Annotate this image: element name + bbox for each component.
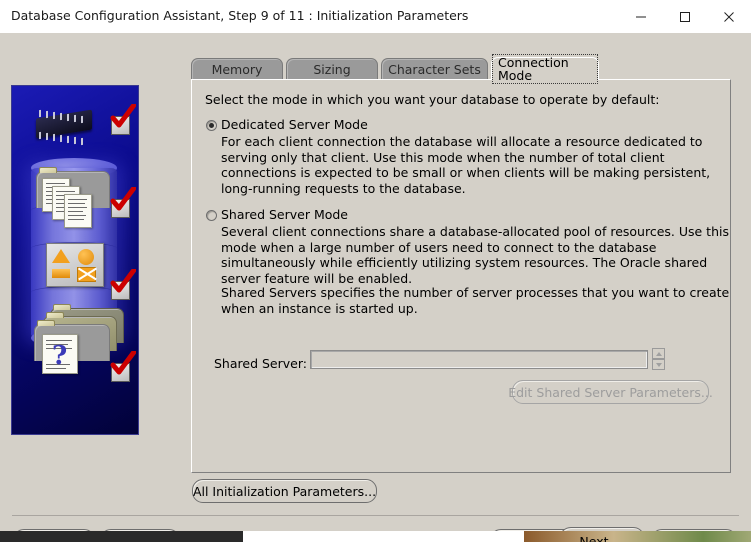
tab-memory[interactable]: Memory [191,58,283,80]
next-button-mnemonic: N [579,534,589,542]
dbca-window: Database Configuration Assistant, Step 9… [0,0,751,542]
tab-character-sets[interactable]: Character Sets [381,58,488,80]
title-bar: Database Configuration Assistant, Step 9… [0,0,751,34]
window-title: Database Configuration Assistant, Step 9… [11,8,469,23]
red-check-icon [110,269,136,293]
shapes-palette-icon [46,243,104,287]
radio-shared-server-mode-label[interactable]: Shared Server Mode [221,207,348,222]
tab-character-sets-label: Character Sets [388,62,481,77]
radio-dedicated-server-mode-label[interactable]: Dedicated Server Mode [221,117,368,132]
cylinder-ring [31,286,117,299]
tab-sizing[interactable]: Sizing [286,58,378,80]
tab-connection-mode-label: Connection Mode [492,54,598,84]
tab-bar: Memory Sizing Character Sets Connection … [191,54,602,84]
rectangle-icon [52,269,70,278]
shared-server-input[interactable] [310,350,648,369]
oracle-database-illustration: ? [11,85,139,435]
window-body: ? Memory Sizing Character Sets Connectio… [0,33,751,542]
footer-divider [12,515,739,516]
dedicated-server-mode-description: For each client connection the database … [221,134,711,196]
next-button-label-rest: ext [588,534,609,542]
window-controls [619,0,751,33]
shared-server-spinner[interactable] [652,348,665,371]
shared-server-label: Shared Server: [214,356,307,371]
background-photo-strip [524,531,751,542]
red-check-icon [110,351,136,375]
edit-shared-server-parameters-button[interactable]: Edit Shared Server Parameters... [508,380,713,404]
tab-memory-label: Memory [211,62,263,77]
panel-intro-text: Select the mode in which you want your d… [205,92,660,107]
background-window-strip [0,531,751,542]
circle-icon [78,249,94,265]
spinner-up-button[interactable] [652,348,665,359]
minimize-icon [636,16,646,17]
red-check-icon [110,187,136,211]
close-button[interactable] [707,0,751,33]
close-icon [724,11,734,22]
tab-sizing-label: Sizing [313,62,351,77]
maximize-icon [680,11,690,22]
document-icon [64,194,92,228]
shared-servers-note: Shared Servers specifies the number of s… [221,285,730,316]
background-dark-panel [0,531,243,542]
all-initialization-parameters-button[interactable]: All Initialization Parameters... [192,479,377,503]
shared-server-mode-description: Several client connections share a datab… [221,224,729,286]
memory-chip-icon [36,109,92,139]
crossed-box-icon [77,267,96,282]
radio-shared-server-mode[interactable] [206,210,217,221]
spinner-down-button[interactable] [652,359,665,370]
edit-shared-server-parameters-label: Edit Shared Server Parameters... [508,384,713,400]
radio-dedicated-server-mode[interactable] [206,120,217,131]
question-document-icon: ? [42,334,78,374]
tab-connection-mode[interactable]: Connection Mode [491,54,599,84]
maximize-button[interactable] [663,0,707,33]
triangle-icon [52,249,70,263]
minimize-button[interactable] [619,0,663,33]
connection-mode-panel: Select the mode in which you want your d… [191,79,731,473]
chevron-up-icon [656,352,662,356]
all-initialization-parameters-label: All Initialization Parameters... [192,483,377,499]
red-check-icon [110,104,136,128]
chevron-down-icon [656,363,662,367]
